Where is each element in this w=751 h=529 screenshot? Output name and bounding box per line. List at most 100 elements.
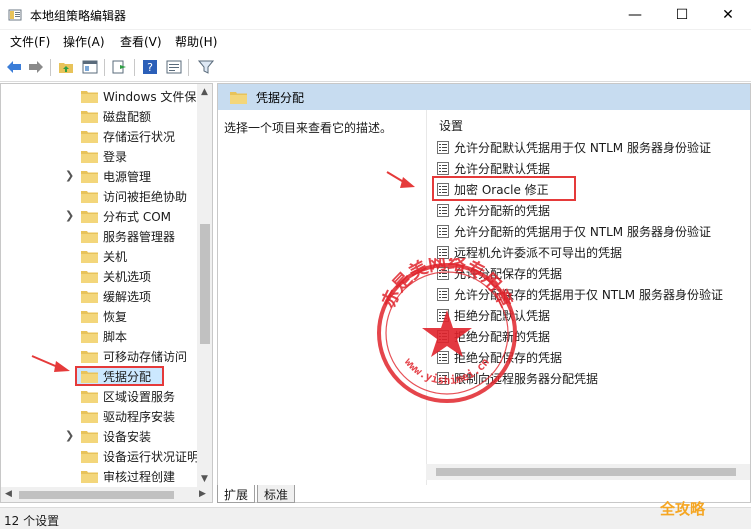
properties-button[interactable] xyxy=(164,57,184,77)
setting-row[interactable]: 加密 Oracle 修正 xyxy=(432,176,750,201)
folder-icon xyxy=(81,109,98,123)
chevron-right-icon[interactable]: ❯ xyxy=(65,429,75,442)
menu-view[interactable]: 查看(V) xyxy=(120,33,162,50)
close-icon: ✕ xyxy=(722,7,734,23)
chevron-right-icon[interactable]: ❯ xyxy=(65,209,75,222)
tab-standard[interactable]: 标准 xyxy=(257,485,296,503)
help-button[interactable]: ? xyxy=(140,57,160,77)
setting-label: 允许分配新的凭据用于仅 NTLM 服务器身份验证 xyxy=(454,225,711,239)
tree-item-label: 分布式 COM xyxy=(103,210,171,224)
setting-label: 允许分配新的凭据 xyxy=(454,204,551,218)
chevron-right-icon[interactable]: ❯ xyxy=(65,169,75,182)
tree-item[interactable]: 存储运行状况 xyxy=(1,126,197,146)
tree-item[interactable]: 脚本 xyxy=(1,326,197,346)
toolbar: ? xyxy=(0,52,751,82)
folder-icon xyxy=(81,229,98,243)
folder-icon xyxy=(81,289,98,303)
stamp-url: www.yishimei.cn xyxy=(402,356,492,387)
tree-vertical-scrollbar[interactable]: ▲ ▼ xyxy=(197,84,212,487)
folder-icon xyxy=(81,329,98,343)
policy-setting-icon xyxy=(437,225,449,238)
svg-text:?: ? xyxy=(147,61,153,74)
toolbar-separator xyxy=(188,59,189,76)
folder-icon xyxy=(81,269,98,283)
scroll-right-icon[interactable]: ▶ xyxy=(199,489,206,499)
tree-item-label: 可移动存储访问 xyxy=(103,350,188,364)
tree-item[interactable]: 缓解选项 xyxy=(1,286,197,306)
setting-row[interactable]: 允许分配新的凭据用于仅 NTLM 服务器身份验证 xyxy=(437,221,750,241)
menu-action[interactable]: 操作(A) xyxy=(63,33,105,50)
tree-pane[interactable]: Windows 文件保磁盘配额存储运行状况 登录 ❯ 电源管理访问被拒绝协助 ❯ 分布式 … xyxy=(0,83,213,503)
tree-item[interactable]: 关机选项 xyxy=(1,266,197,286)
setting-row[interactable]: 允许分配新的凭据 xyxy=(437,200,750,220)
tree-item[interactable]: 区域设置服务 xyxy=(1,386,197,406)
svg-text:www.yishimei.cn: www.yishimei.cn xyxy=(402,356,492,387)
tree-item[interactable]: 磁盘配额 xyxy=(1,106,197,126)
tree-item[interactable]: ❯ 分布式 COM xyxy=(1,206,197,226)
tree-item-label: 驱动程序安装 xyxy=(103,410,176,424)
properties-icon xyxy=(166,60,182,74)
export-icon xyxy=(112,60,126,74)
tree-item-label: 访问被拒绝协助 xyxy=(103,190,188,204)
tree-item[interactable]: 审核过程创建 xyxy=(1,466,197,486)
tree-item[interactable]: ❯ 设备安装 xyxy=(1,426,197,446)
tree-item[interactable]: ❯ 电源管理 xyxy=(1,166,197,186)
tree-item-label: 存储运行状况 xyxy=(103,130,176,144)
tree-item-label: 设备安装 xyxy=(103,430,152,444)
folder-icon xyxy=(81,249,98,263)
show-tree-button[interactable] xyxy=(80,57,100,77)
minimize-icon: — xyxy=(628,7,642,23)
forward-icon xyxy=(29,61,43,73)
back-button[interactable] xyxy=(4,57,24,77)
close-button[interactable]: ✕ xyxy=(705,0,751,30)
tree-item-label: 登录 xyxy=(103,150,128,164)
menu-help[interactable]: 帮助(H) xyxy=(175,33,217,50)
scroll-left-icon[interactable]: ◀ xyxy=(5,489,12,499)
tree-horizontal-scrollbar[interactable]: ◀ ▶ xyxy=(1,487,212,502)
tree-item[interactable]: 登录 xyxy=(1,146,197,166)
scroll-down-icon[interactable]: ▼ xyxy=(201,474,208,484)
tree-item-label: 电源管理 xyxy=(103,170,152,184)
column-header-setting[interactable]: 设置 xyxy=(439,117,463,134)
title-bar: 本地组策略编辑器 — ☐ ✕ xyxy=(0,0,751,30)
folder-icon xyxy=(81,149,98,163)
filter-button[interactable] xyxy=(196,57,216,77)
tree-item[interactable]: 服务器管理器 xyxy=(1,226,197,246)
tree-item[interactable]: 驱动程序安装 xyxy=(1,406,197,426)
forward-button[interactable] xyxy=(26,57,46,77)
tree-item[interactable]: 访问被拒绝协助 xyxy=(1,186,197,206)
status-text: 12 个设置 xyxy=(4,514,60,528)
up-folder-button[interactable] xyxy=(56,57,76,77)
minimize-button[interactable]: — xyxy=(612,0,658,30)
folder-icon xyxy=(81,129,98,143)
maximize-icon: ☐ xyxy=(675,7,689,23)
tree-item-label: 服务器管理器 xyxy=(103,230,176,244)
policy-setting-icon xyxy=(437,162,449,175)
setting-label: 允许分配默认凭据用于仅 NTLM 服务器身份验证 xyxy=(454,141,711,155)
menu-file[interactable]: 文件(F) xyxy=(10,33,50,50)
setting-row[interactable]: 允许分配默认凭据用于仅 NTLM 服务器身份验证 xyxy=(437,137,750,157)
folder-icon xyxy=(230,92,247,104)
tree-item-label: 关机选项 xyxy=(103,270,152,284)
folder-icon xyxy=(81,169,98,183)
maximize-button[interactable]: ☐ xyxy=(659,0,705,30)
setting-row[interactable]: 允许分配默认凭据 xyxy=(437,158,750,178)
folder-icon xyxy=(81,309,98,323)
folder-icon xyxy=(81,389,98,403)
details-horizontal-scrollbar[interactable] xyxy=(426,464,750,480)
scroll-up-icon[interactable]: ▲ xyxy=(201,87,208,97)
scrollbar-thumb[interactable] xyxy=(436,468,736,476)
tab-extended[interactable]: 扩展 xyxy=(217,485,256,503)
tree-item[interactable]: Windows 文件保 xyxy=(1,86,197,106)
scrollbar-thumb[interactable] xyxy=(19,491,174,499)
tree-item-label: 恢复 xyxy=(103,310,128,324)
group-policy-app-icon xyxy=(8,9,22,21)
tree-item[interactable]: 设备运行状况证明 xyxy=(1,446,199,466)
tree-item-label: Windows 文件保 xyxy=(103,90,197,104)
tree-item[interactable]: 恢复 xyxy=(1,306,197,326)
tree-item[interactable]: 关机 xyxy=(1,246,197,266)
watermark-stamp: 赤是美网络专用章 www.yishimei.cn xyxy=(377,258,517,403)
tree-item-label: 缓解选项 xyxy=(103,290,152,304)
scrollbar-thumb[interactable] xyxy=(200,224,210,344)
export-button[interactable] xyxy=(110,57,130,77)
